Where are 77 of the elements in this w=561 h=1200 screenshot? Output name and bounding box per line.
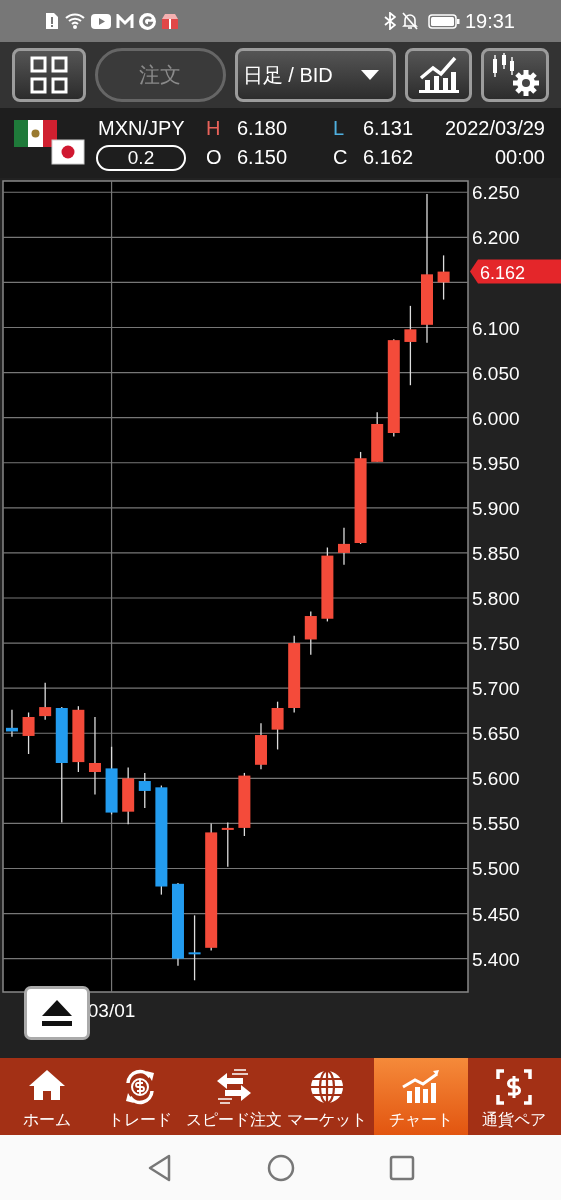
indicator-button[interactable]	[404, 48, 473, 102]
wifi-icon	[64, 12, 86, 30]
m-logo-icon	[116, 13, 134, 29]
candlestick	[138, 772, 151, 809]
menu-grid-button[interactable]	[12, 48, 86, 102]
open-label: O	[206, 146, 223, 169]
nav-tab[interactable]: トレード	[93, 1058, 187, 1135]
candlestick	[371, 411, 384, 463]
candlestick	[5, 709, 18, 738]
candlestick	[304, 610, 317, 656]
candlestick	[39, 682, 52, 721]
recents-button[interactable]	[388, 1154, 415, 1181]
axis-label: 6.000	[472, 407, 520, 429]
clock-time: 19:31	[464, 9, 515, 33]
candlestick	[122, 766, 135, 825]
bar-chart-icon	[418, 56, 459, 94]
date-text: 2022/03/29	[444, 117, 545, 140]
axis-label: 5.950	[472, 452, 520, 474]
battery-icon	[427, 13, 460, 29]
axis-label: 6.250	[472, 182, 520, 204]
nav-tab[interactable]: マーケット	[280, 1058, 374, 1135]
nav-tab[interactable]: 通貨ペア	[467, 1058, 561, 1135]
grid-icon	[28, 55, 69, 95]
caret-icon	[360, 70, 379, 80]
axis-label: 5.600	[472, 768, 520, 790]
axis-label: 6.050	[472, 362, 520, 384]
time-text: 00:00	[493, 146, 545, 169]
chart-settings-button[interactable]	[481, 48, 549, 102]
low-label: L	[333, 117, 346, 140]
high-value: 6.180	[237, 117, 289, 140]
gift-box-icon	[161, 12, 179, 30]
price-tag: 6.162	[470, 259, 561, 284]
nav-tab[interactable]: スピード注文	[187, 1058, 281, 1135]
japan-flag-icon	[51, 139, 85, 165]
axis-label: 5.500	[472, 858, 520, 880]
axis-label: 5.800	[472, 588, 520, 609]
axis-label: 5.850	[472, 542, 520, 564]
spread-badge: 0.2	[96, 144, 186, 171]
candlestick	[271, 701, 284, 751]
close-label: C	[333, 146, 349, 169]
axis-label: 5.700	[472, 678, 520, 700]
axis-label: 5.400	[472, 948, 520, 970]
currency-pair: MXN/JPY	[98, 117, 186, 140]
candlestick	[221, 821, 234, 868]
axis-label: 5.650	[472, 723, 520, 745]
low-value: 6.131	[363, 117, 415, 140]
candlestick	[255, 722, 267, 770]
candlestick	[72, 705, 85, 773]
bluetooth-icon	[383, 12, 396, 30]
home-button[interactable]	[266, 1153, 295, 1182]
collapse-button[interactable]	[24, 986, 90, 1040]
axis-label: 5.750	[472, 633, 520, 655]
axis-label: 5.450	[472, 903, 520, 925]
candlestick	[338, 527, 350, 566]
bell-off-icon	[400, 12, 419, 30]
axis-label: 6.100	[472, 317, 520, 339]
candlestick	[22, 711, 35, 755]
open-value: 6.150	[237, 146, 289, 169]
candles-gear-icon	[490, 53, 541, 97]
candlestick	[188, 914, 201, 981]
sim-alert-icon	[45, 12, 59, 30]
axis-label: 5.900	[472, 497, 520, 519]
axis-label: 5.550	[472, 813, 520, 835]
g-logo-icon	[139, 12, 156, 30]
nav-tab[interactable]: ホーム	[0, 1058, 94, 1135]
close-value: 6.162	[363, 146, 415, 169]
candlestick	[238, 772, 251, 837]
back-button[interactable]	[146, 1153, 173, 1182]
high-label: H	[206, 117, 222, 140]
candlestick	[105, 746, 118, 816]
mexico-flag-icon	[14, 120, 57, 147]
axis-label: 6.200	[472, 227, 520, 249]
dollar-frame-icon	[494, 1067, 535, 1107]
play-icon	[91, 13, 111, 29]
timeframe-dropdown[interactable]: 日足 / BID	[234, 48, 396, 102]
candlestick	[437, 254, 450, 301]
eject-icon	[41, 999, 73, 1027]
